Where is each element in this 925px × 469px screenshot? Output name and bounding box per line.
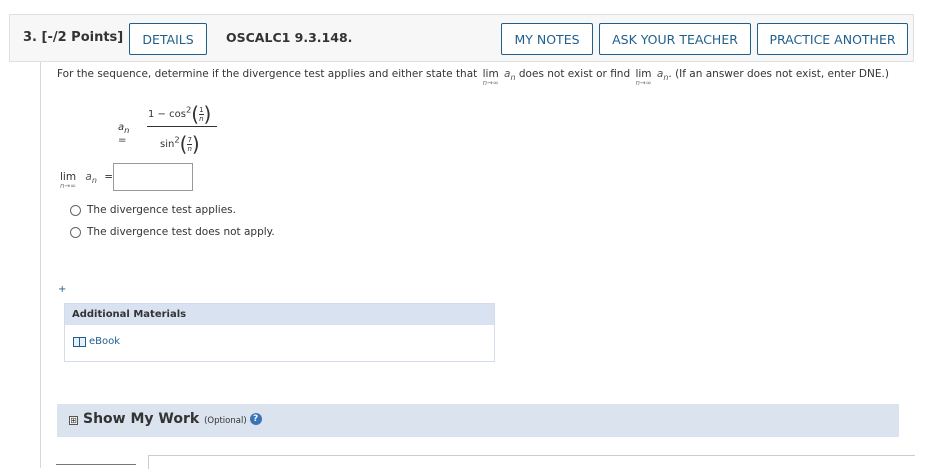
divergence-not-apply-label: The divergence test does not apply. [87, 226, 275, 238]
details-button[interactable]: DETAILS [129, 23, 207, 55]
question-left-border [40, 62, 41, 468]
book-icon [73, 336, 86, 347]
question-prompt: For the sequence, determine if the diver… [57, 68, 889, 87]
problem-code: OSCALC1 9.3.148. [226, 30, 353, 45]
limit-expression-2: lim n→∞ [635, 68, 652, 87]
expand-icon[interactable]: ⊞ [69, 416, 78, 425]
formula-numerator: 1 − cos2(1 n) [148, 102, 212, 126]
help-icon[interactable]: ? [249, 413, 262, 425]
fraction-bar [147, 126, 217, 127]
additional-materials-title: Additional Materials [65, 304, 494, 325]
ask-teacher-button[interactable]: ASK YOUR TEACHER [599, 23, 751, 55]
answer-label: lim n→∞ an = [60, 171, 114, 190]
divergence-not-apply-radio[interactable] [70, 227, 81, 238]
show-my-work-panel[interactable]: ⊞ Show My Work (Optional)? [57, 404, 899, 437]
show-my-work-label[interactable]: Show My Work (Optional)? [83, 411, 262, 427]
limit-expression: lim n→∞ [482, 68, 499, 87]
limit-answer-input[interactable] [113, 163, 193, 191]
divergence-applies-radio[interactable] [70, 205, 81, 216]
ebook-link[interactable]: eBook [73, 336, 120, 347]
question-number: 3. [-/2 Points] [23, 30, 124, 45]
my-notes-button[interactable]: MY NOTES [501, 23, 593, 55]
divergence-applies-label: The divergence test applies. [87, 204, 236, 216]
bottom-panel-edge [148, 455, 915, 469]
ebook-label[interactable]: eBook [89, 336, 120, 347]
question-header: 3. [-/2 Points] DETAILS OSCALC1 9.3.148.… [9, 14, 914, 62]
formula-denominator: sin2(7 n) [160, 132, 200, 156]
plus-icon[interactable]: + [58, 284, 66, 295]
additional-materials-panel: Additional Materials eBook [64, 303, 495, 362]
practice-another-button[interactable]: PRACTICE ANOTHER [757, 23, 908, 55]
bottom-divider-left [56, 464, 136, 469]
